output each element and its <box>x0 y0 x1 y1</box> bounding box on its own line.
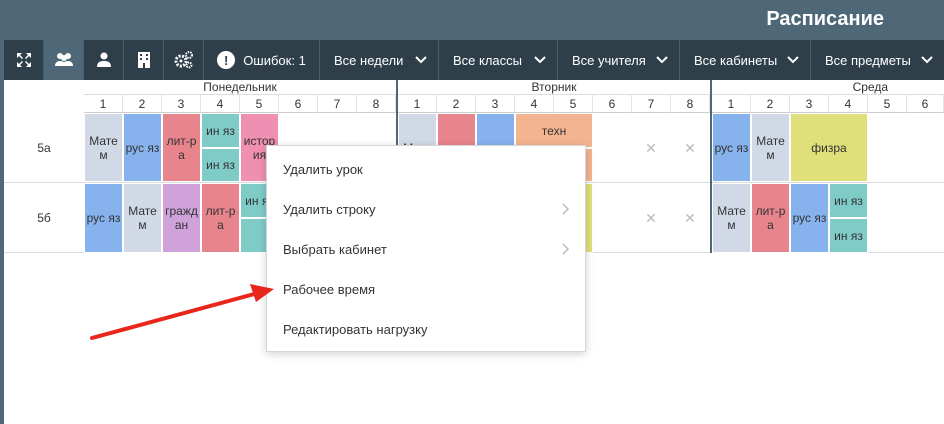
annotation-arrow <box>90 284 274 340</box>
app: Расписание ! Ошибок: 1 Все недели Все кл… <box>0 0 944 424</box>
